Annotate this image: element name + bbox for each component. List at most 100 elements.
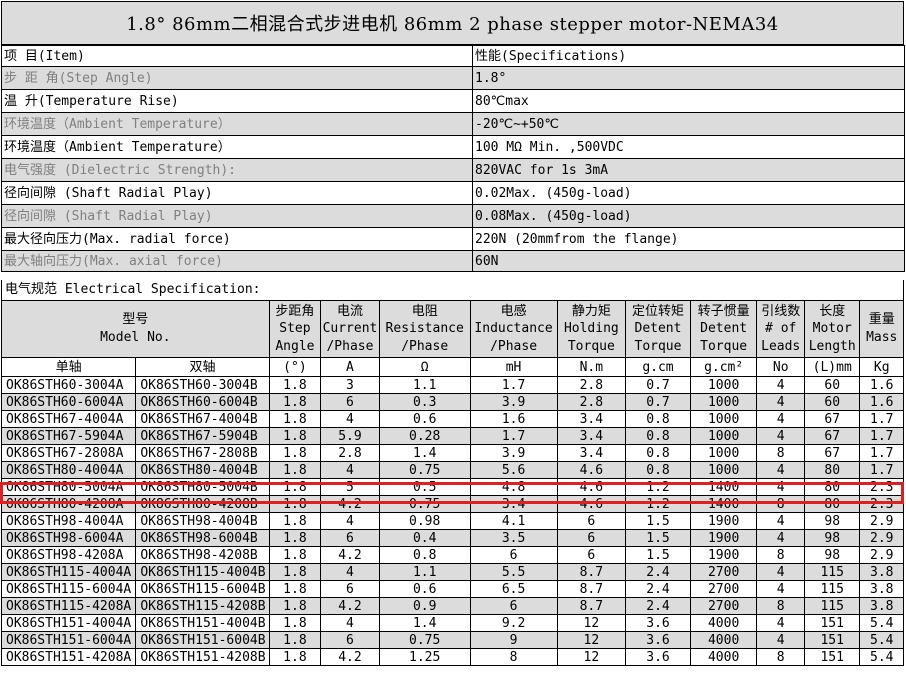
table-row: OK86STH151-6004A OK86STH151-6004B 1.8 6 0.75… bbox=[0, 631, 904, 649]
model-cell: OK86STH80-5004B bbox=[135, 478, 270, 496]
value-cell: 0.75 bbox=[378, 461, 471, 479]
value-cell: 3.9 bbox=[469, 444, 558, 462]
value-cell: 4.6 bbox=[556, 478, 627, 496]
value-cell: 0.6 bbox=[378, 580, 471, 598]
value-cell: 2700 bbox=[689, 597, 758, 615]
value-cell: 6 bbox=[556, 529, 627, 547]
value-cell: 2700 bbox=[689, 580, 758, 598]
value-cell: 3.6 bbox=[625, 648, 691, 666]
value-cell: 1.8 bbox=[268, 614, 322, 632]
value-cell: 0.9 bbox=[378, 597, 471, 615]
model-cell: OK86STH67-5904A bbox=[0, 427, 137, 445]
value-cell: 2.4 bbox=[625, 597, 691, 615]
model-cell: OK86STH115-4004A bbox=[0, 563, 137, 581]
page-title: 1.8° 86mm二相混合式步进电机 86mm 2 phase stepper … bbox=[1, 1, 904, 45]
value-cell: 1.5 bbox=[625, 546, 691, 564]
value-cell: 12 bbox=[556, 648, 627, 666]
spec-value: 1.8° bbox=[472, 66, 905, 90]
value-cell: 3.8 bbox=[859, 580, 904, 598]
value-cell: 4 bbox=[756, 427, 805, 445]
value-cell: 9.2 bbox=[469, 614, 558, 632]
table-row: OK86STH151-4004A OK86STH151-4004B 1.8 4 1.4 9… bbox=[0, 614, 904, 632]
spec-sheet: 1.8° 86mm二相混合式步进电机 86mm 2 phase stepper … bbox=[0, 0, 906, 684]
table-row: OK86STH98-6004A OK86STH98-6004B 1.8 6 0.4 3.5… bbox=[0, 529, 904, 547]
value-cell: 115 bbox=[803, 563, 861, 581]
spec-header-row: 项 目(Item) 性能(Specifications) bbox=[1, 45, 905, 67]
model-cell: OK86STH80-5004A bbox=[0, 478, 137, 496]
header-holding-torque: 静力矩 Holding Torque bbox=[556, 300, 627, 358]
value-cell: 4.6 bbox=[556, 495, 627, 513]
value-cell: 4.2 bbox=[320, 648, 380, 666]
value-cell: 3.4 bbox=[556, 410, 627, 428]
value-cell: 0.8 bbox=[378, 546, 471, 564]
value-cell: 4 bbox=[320, 563, 380, 581]
value-cell: 3.8 bbox=[859, 563, 904, 581]
value-cell: 4 bbox=[320, 410, 380, 428]
table-row: OK86STH98-4004A OK86STH98-4004B 1.8 4 0.98 4.… bbox=[0, 512, 904, 530]
model-cell: OK86STH67-2808B bbox=[135, 444, 270, 462]
value-cell: 6 bbox=[320, 393, 380, 411]
value-cell: 5.6 bbox=[469, 461, 558, 479]
unit-cell: N.m bbox=[556, 357, 627, 377]
value-cell: 1.8 bbox=[268, 631, 322, 649]
value-cell: 3.4 bbox=[469, 495, 558, 513]
value-cell: 4.6 bbox=[556, 461, 627, 479]
value-cell: 60 bbox=[803, 393, 861, 411]
value-cell: 8 bbox=[756, 444, 805, 462]
value-cell: 4 bbox=[320, 614, 380, 632]
value-cell: 1.6 bbox=[469, 410, 558, 428]
model-cell: OK86STH115-4208B bbox=[135, 597, 270, 615]
model-cell: OK86STH151-4208A bbox=[0, 648, 137, 666]
value-cell: 1900 bbox=[689, 546, 758, 564]
value-cell: 67 bbox=[803, 410, 861, 428]
spec-row: 环境温度（Ambient Temperature） 100 MΩ Min. ,50… bbox=[1, 135, 905, 159]
value-cell: 6 bbox=[556, 546, 627, 564]
model-cell: OK86STH115-4004B bbox=[135, 563, 270, 581]
value-cell: 1.7 bbox=[859, 444, 904, 462]
value-cell: 0.98 bbox=[378, 512, 471, 530]
value-cell: 4.2 bbox=[320, 597, 380, 615]
model-cell: OK86STH151-6004B bbox=[135, 631, 270, 649]
model-cell: OK86STH151-4004A bbox=[0, 614, 137, 632]
value-cell: 0.8 bbox=[625, 444, 691, 462]
value-cell: 1.7 bbox=[859, 427, 904, 445]
model-cell: OK86STH80-4004B bbox=[135, 461, 270, 479]
value-cell: 1.1 bbox=[378, 563, 471, 581]
value-cell: 4 bbox=[756, 512, 805, 530]
value-cell: 1.8 bbox=[268, 597, 322, 615]
spec-value: -20℃~+50℃ bbox=[472, 112, 905, 136]
header-detent-torque: 定位转矩 Detent Torque bbox=[625, 300, 691, 358]
value-cell: 4 bbox=[756, 393, 805, 411]
model-cell: OK86STH98-6004B bbox=[135, 529, 270, 547]
model-cell: OK86STH67-5904B bbox=[135, 427, 270, 445]
table-row: OK86STH80-4004A OK86STH80-4004B 1.8 4 0.75 5.… bbox=[0, 461, 904, 479]
model-cell: OK86STH80-4208A bbox=[0, 495, 137, 513]
value-cell: 3.6 bbox=[625, 614, 691, 632]
value-cell: 8 bbox=[756, 597, 805, 615]
value-cell: 60 bbox=[803, 376, 861, 394]
unit-cell: 双轴 bbox=[135, 357, 270, 377]
model-cell: OK86STH151-6004A bbox=[0, 631, 137, 649]
model-cell: OK86STH115-6004A bbox=[0, 580, 137, 598]
table-row: OK86STH98-4208A OK86STH98-4208B 1.8 4.2 0.8 6… bbox=[0, 546, 904, 564]
table-row: OK86STH151-4208A OK86STH151-4208B 1.8 4.2 1.… bbox=[0, 648, 904, 666]
value-cell: 6 bbox=[320, 529, 380, 547]
model-cell: OK86STH60-3004A bbox=[0, 376, 137, 394]
value-cell: 0.4 bbox=[378, 529, 471, 547]
value-cell: 1.7 bbox=[859, 461, 904, 479]
value-cell: 0.8 bbox=[625, 461, 691, 479]
value-cell: 1.5 bbox=[625, 529, 691, 547]
value-cell: 4 bbox=[756, 461, 805, 479]
unit-cell: g.cm bbox=[625, 357, 691, 377]
value-cell: 3.6 bbox=[625, 631, 691, 649]
value-cell: 151 bbox=[803, 614, 861, 632]
model-cell: OK86STH80-4004A bbox=[0, 461, 137, 479]
value-cell: 3.5 bbox=[469, 529, 558, 547]
header-step-angle: 步距角 Step Angle bbox=[268, 300, 322, 358]
unit-cell: Kg bbox=[859, 357, 904, 377]
value-cell: 1.2 bbox=[625, 495, 691, 513]
value-cell: 4 bbox=[756, 376, 805, 394]
value-cell: 1.8 bbox=[268, 648, 322, 666]
value-cell: 1.7 bbox=[469, 427, 558, 445]
spec-row: 电气强度 (Dielectric Strength): 820VAC for 1s… bbox=[1, 158, 905, 182]
